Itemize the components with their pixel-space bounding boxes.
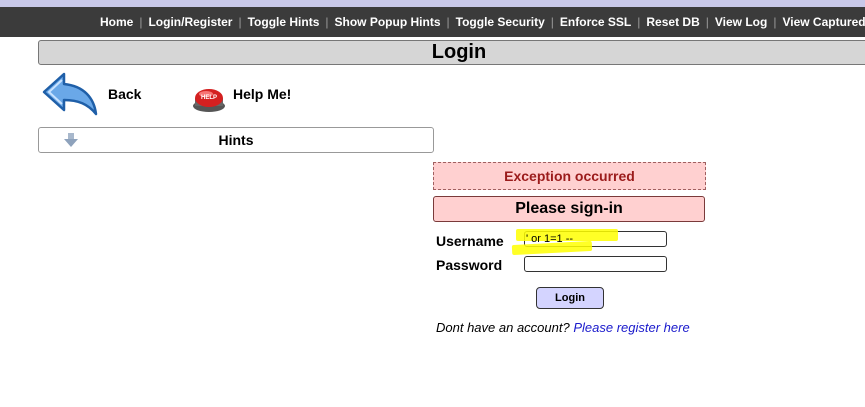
nav-home[interactable]: Home [100, 15, 133, 29]
back-label[interactable]: Back [108, 86, 141, 102]
nav-show-popup-hints[interactable]: Show Popup Hints [335, 15, 441, 29]
nav-separator: | [446, 15, 450, 29]
nav-separator: | [238, 15, 242, 29]
username-value: ' or 1=1 -- [526, 233, 574, 245]
signin-heading: Please sign-in [433, 196, 705, 222]
help-icon-text: HELP [201, 95, 217, 101]
top-strip [0, 0, 865, 7]
password-label: Password [436, 257, 503, 273]
hints-label: Hints [218, 132, 254, 148]
login-button[interactable]: Login [536, 287, 604, 309]
hints-toggle[interactable]: Hints [38, 127, 434, 153]
register-prompt: Dont have an account? [436, 320, 570, 335]
page-title: Login [38, 40, 865, 65]
nav-view-log[interactable]: View Log [715, 15, 767, 29]
nav-separator: | [637, 15, 641, 29]
nav-toggle-security[interactable]: Toggle Security [456, 15, 545, 29]
help-me-label[interactable]: Help Me! [233, 86, 291, 102]
nav-separator: | [773, 15, 777, 29]
username-label: Username [436, 233, 504, 249]
back-button[interactable] [40, 70, 100, 118]
nav-separator: | [139, 15, 143, 29]
nav-separator: | [325, 15, 329, 29]
register-link[interactable]: Please register here [573, 320, 689, 335]
password-field[interactable] [524, 256, 667, 272]
nav-enforce-ssl[interactable]: Enforce SSL [560, 15, 631, 29]
nav-toggle-hints[interactable]: Toggle Hints [248, 15, 320, 29]
nav-login-register[interactable]: Login/Register [148, 15, 232, 29]
nav-reset-db[interactable]: Reset DB [646, 15, 699, 29]
exception-message: Exception occurred [433, 162, 706, 190]
nav-separator: | [705, 15, 709, 29]
top-nav: Home | Login/Register | Toggle Hints | S… [0, 7, 865, 37]
nav-view-captured[interactable]: View Captured [782, 15, 865, 29]
nav-separator: | [550, 15, 554, 29]
register-line: Dont have an account? Please register he… [436, 320, 690, 335]
back-arrow-icon [42, 72, 98, 116]
help-button-icon[interactable]: HELP [188, 78, 230, 114]
